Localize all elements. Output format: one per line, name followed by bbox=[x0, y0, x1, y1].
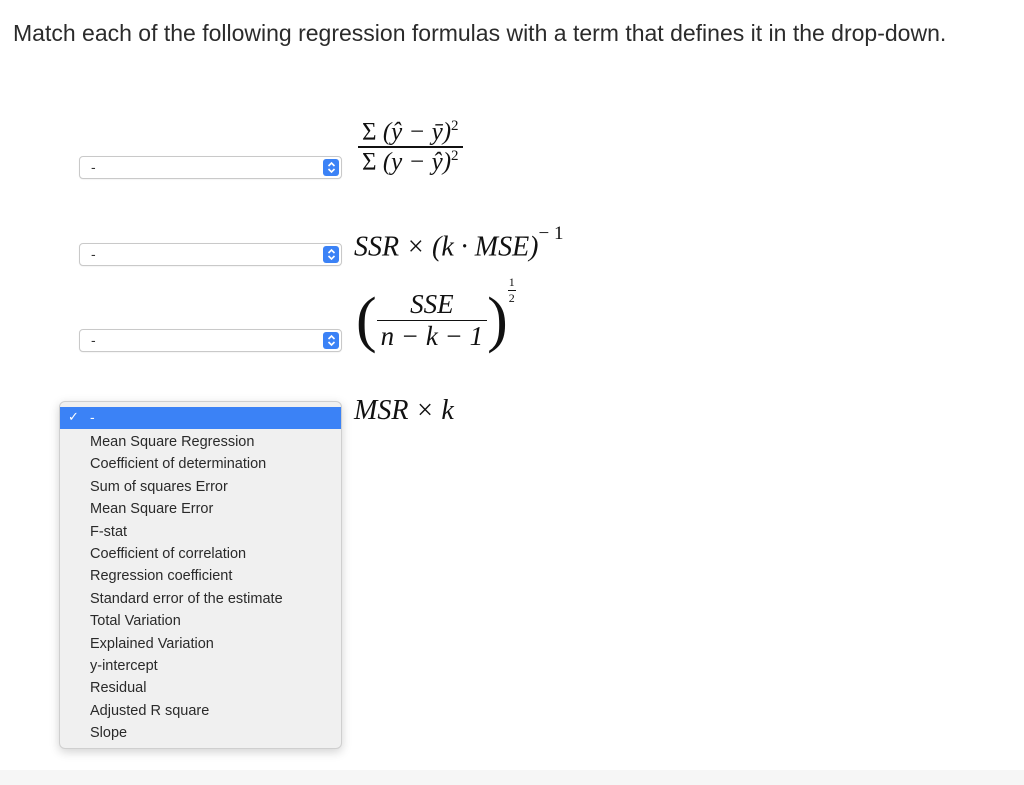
dropdown-option[interactable]: Sum of squares Error bbox=[60, 476, 341, 498]
formula-ssr-mse: SSR × (k · MSE)− 1 bbox=[354, 223, 563, 263]
dropdown-option[interactable]: Mean Square Regression bbox=[60, 431, 341, 453]
sum-symbol: Σ bbox=[362, 148, 377, 176]
exponent-denominator: 2 bbox=[508, 291, 515, 305]
page-footer-band bbox=[0, 770, 1024, 785]
formula-r-squared: Σ (ŷ − ȳ)2 Σ (y − ŷ)2 bbox=[358, 118, 463, 176]
dropdown-option[interactable]: Regression coefficient bbox=[60, 565, 341, 587]
exponent-numerator: 1 bbox=[508, 275, 515, 289]
exponent: 2 bbox=[451, 147, 459, 164]
dropdown-option[interactable]: Residual bbox=[60, 677, 341, 699]
question-prompt: Match each of the following regression f… bbox=[13, 20, 947, 46]
select-value: - bbox=[91, 246, 96, 262]
formula-denominator: n − k − 1 bbox=[380, 321, 484, 352]
term-dropdown-menu[interactable]: ✓ - Mean Square Regression Coefficient o… bbox=[59, 401, 342, 749]
formula-numerator: SSE bbox=[410, 288, 454, 319]
chevron-up-down-icon bbox=[323, 246, 339, 263]
formula-denominator: (y − ŷ) bbox=[382, 148, 452, 176]
dropdown-option[interactable]: y-intercept bbox=[60, 655, 341, 677]
exponent-fraction: 1 2 bbox=[507, 275, 516, 306]
formula-standard-error: ( SSE n − k − 1 ) 1 2 bbox=[356, 275, 516, 356]
chevron-up-down-icon bbox=[323, 159, 339, 176]
dropdown-options: Mean Square Regression Coefficient of de… bbox=[60, 431, 341, 744]
select-value: - bbox=[91, 332, 96, 348]
exponent: 2 bbox=[451, 118, 459, 134]
formula-text: SSR × (k · MSE) bbox=[354, 231, 539, 263]
term-select-1[interactable]: - bbox=[79, 156, 342, 179]
term-select-2[interactable]: - bbox=[79, 243, 342, 266]
dropdown-option[interactable]: Total Variation bbox=[60, 610, 341, 632]
select-value: - bbox=[91, 159, 96, 175]
dropdown-option[interactable]: Coefficient of determination bbox=[60, 453, 341, 475]
term-select-3[interactable]: - bbox=[79, 329, 342, 352]
dropdown-option[interactable]: Adjusted R square bbox=[60, 700, 341, 722]
right-paren: ) bbox=[487, 286, 508, 354]
dropdown-option[interactable]: Standard error of the estimate bbox=[60, 588, 341, 610]
option-label: - bbox=[90, 409, 95, 425]
chevron-up-down-icon bbox=[323, 332, 339, 349]
dropdown-option[interactable]: Coefficient of correlation bbox=[60, 543, 341, 565]
formula-numerator: (ŷ − ȳ) bbox=[382, 118, 452, 146]
left-paren: ( bbox=[356, 286, 377, 354]
dropdown-option-selected[interactable]: ✓ - bbox=[60, 407, 341, 429]
dropdown-option[interactable]: Mean Square Error bbox=[60, 498, 341, 520]
dropdown-option[interactable]: Explained Variation bbox=[60, 633, 341, 655]
formula-text: MSR × k bbox=[354, 395, 454, 426]
exponent: − 1 bbox=[538, 223, 564, 244]
dropdown-option[interactable]: Slope bbox=[60, 722, 341, 744]
sum-symbol: Σ bbox=[362, 118, 377, 146]
check-icon: ✓ bbox=[68, 409, 79, 424]
formula-msr-k: MSR × k bbox=[354, 395, 454, 427]
dropdown-option[interactable]: F-stat bbox=[60, 521, 341, 543]
